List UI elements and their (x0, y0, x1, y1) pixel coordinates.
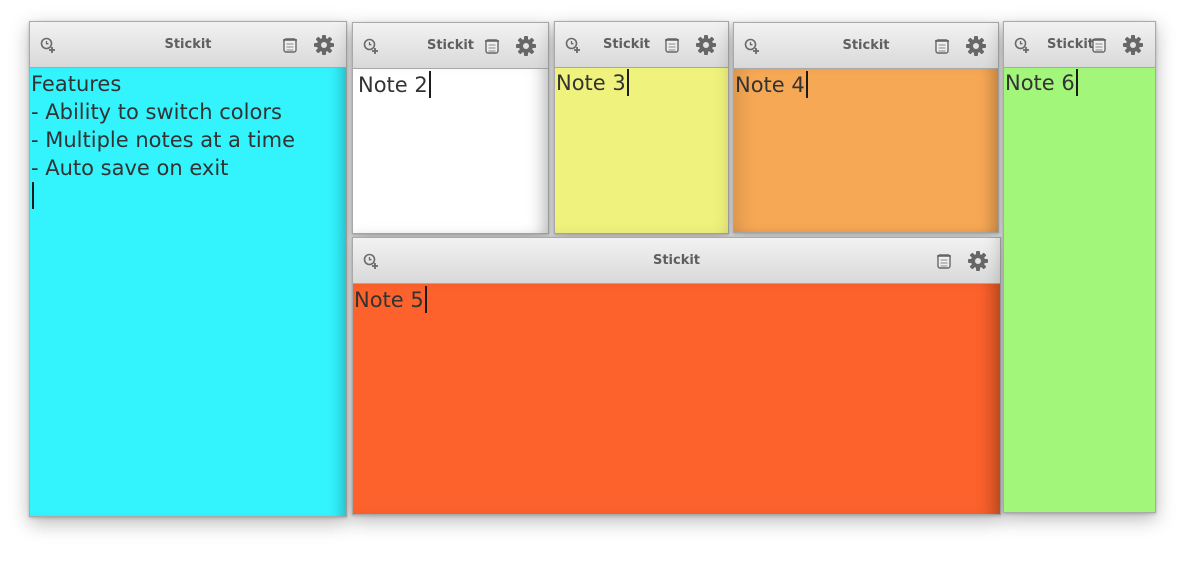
note-line: - Multiple notes at a time (31, 128, 296, 152)
note-line: Note 2 (353, 71, 548, 99)
note-text: Note 2 (358, 73, 428, 97)
window-title: Stickit (1046, 37, 1095, 52)
note-window-1: Stickit Features - Ability to switch col… (29, 21, 347, 517)
note-titlebar[interactable]: Stickit (30, 22, 346, 68)
trash-icon[interactable] (1089, 35, 1109, 55)
note-titlebar[interactable]: Stickit (734, 23, 998, 69)
note-text: Note 4 (735, 73, 805, 97)
note-line: Features (31, 72, 122, 96)
note-text: Note 3 (556, 71, 626, 95)
note-window-2: Stickit Note 2 (352, 22, 549, 234)
note-line: Note 5 (353, 286, 1000, 314)
note-line: Note 3 (555, 69, 728, 97)
note-titlebar[interactable]: Stickit (353, 23, 548, 69)
note-text: Note 5 (354, 288, 424, 312)
note-titlebar[interactable]: Stickit (353, 238, 1000, 284)
gear-icon[interactable] (694, 33, 718, 57)
note-line: Note 4 (734, 71, 998, 99)
note-line: Note 6 (1004, 69, 1155, 97)
note-line: - Auto save on exit (31, 156, 229, 180)
gear-icon[interactable] (964, 34, 988, 58)
trash-icon[interactable] (280, 35, 300, 55)
text-cursor (1075, 69, 1078, 96)
window-title: Stickit (652, 253, 701, 268)
note-titlebar[interactable]: Stickit (1004, 22, 1155, 68)
note-titlebar[interactable]: Stickit (555, 22, 728, 68)
text-cursor (424, 286, 427, 313)
note-body[interactable]: Note 4 (734, 69, 998, 232)
trash-icon[interactable] (482, 36, 502, 56)
trash-icon[interactable] (932, 36, 952, 56)
text-cursor (805, 71, 808, 98)
text-cursor (32, 182, 34, 209)
note-text: Note 6 (1005, 71, 1075, 95)
gear-icon[interactable] (312, 33, 336, 57)
window-title: Stickit (842, 38, 890, 53)
note-body[interactable]: Features - Ability to switch colors - Mu… (30, 68, 346, 516)
gear-icon[interactable] (966, 249, 990, 273)
note-line: - Ability to switch colors (31, 100, 282, 124)
text-cursor (428, 71, 431, 98)
note-window-4: Stickit Note 4 (733, 22, 999, 233)
note-window-3: Stickit Note 3 (554, 21, 729, 234)
gear-icon[interactable] (1121, 33, 1145, 57)
trash-icon[interactable] (662, 35, 682, 55)
gear-icon[interactable] (514, 34, 538, 58)
note-body[interactable]: Note 2 (353, 69, 548, 233)
note-window-5: Stickit Note 5 (352, 237, 1001, 515)
note-body[interactable]: Note 3 (555, 68, 728, 233)
note-window-6: Stickit Note 6 (1003, 21, 1156, 513)
trash-icon[interactable] (934, 251, 954, 271)
note-body[interactable]: Note 5 (353, 284, 1000, 514)
text-cursor-line (30, 182, 346, 210)
text-cursor (626, 69, 629, 96)
note-body[interactable]: Note 6 (1004, 68, 1155, 512)
